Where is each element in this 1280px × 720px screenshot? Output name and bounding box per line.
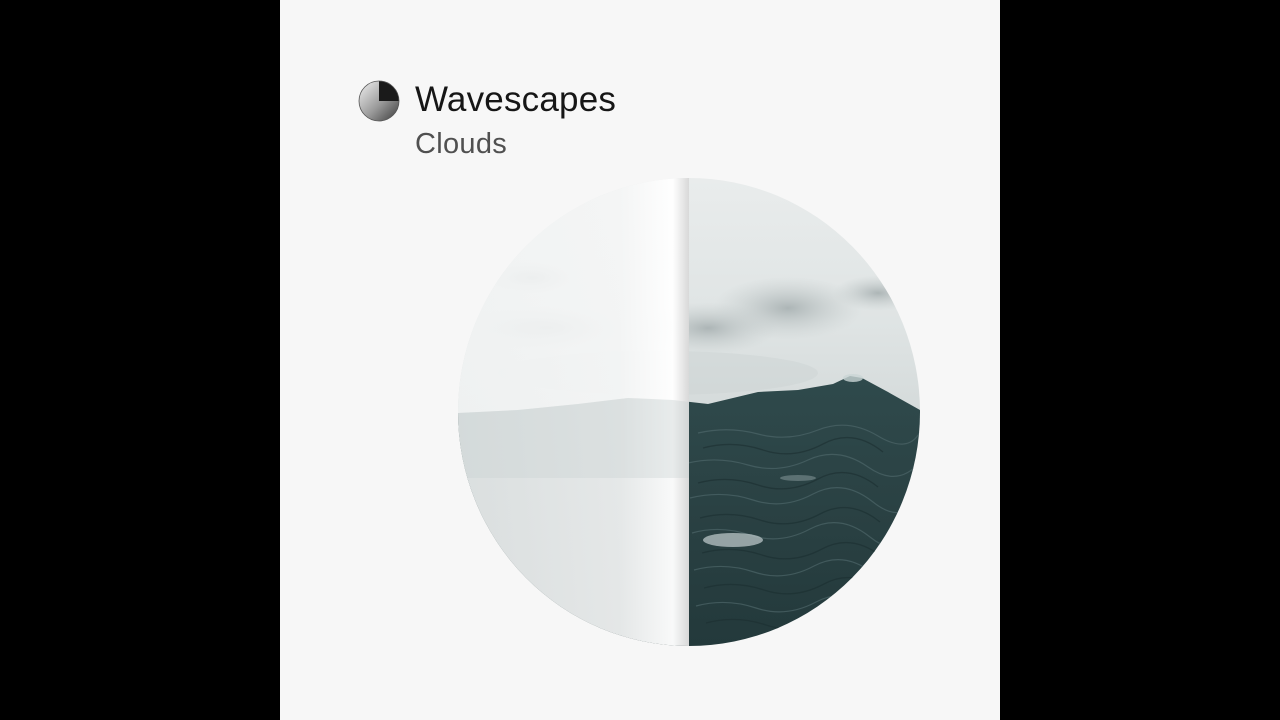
album-title: Wavescapes — [415, 80, 617, 119]
video-frame: Wavescapes Clouds — [0, 0, 1280, 720]
album-cover: Wavescapes Clouds — [280, 0, 1000, 720]
ocean-waves-circle-artwork — [458, 178, 920, 646]
half-circle-logo-icon — [358, 80, 400, 122]
album-subtitle: Clouds — [415, 128, 508, 160]
